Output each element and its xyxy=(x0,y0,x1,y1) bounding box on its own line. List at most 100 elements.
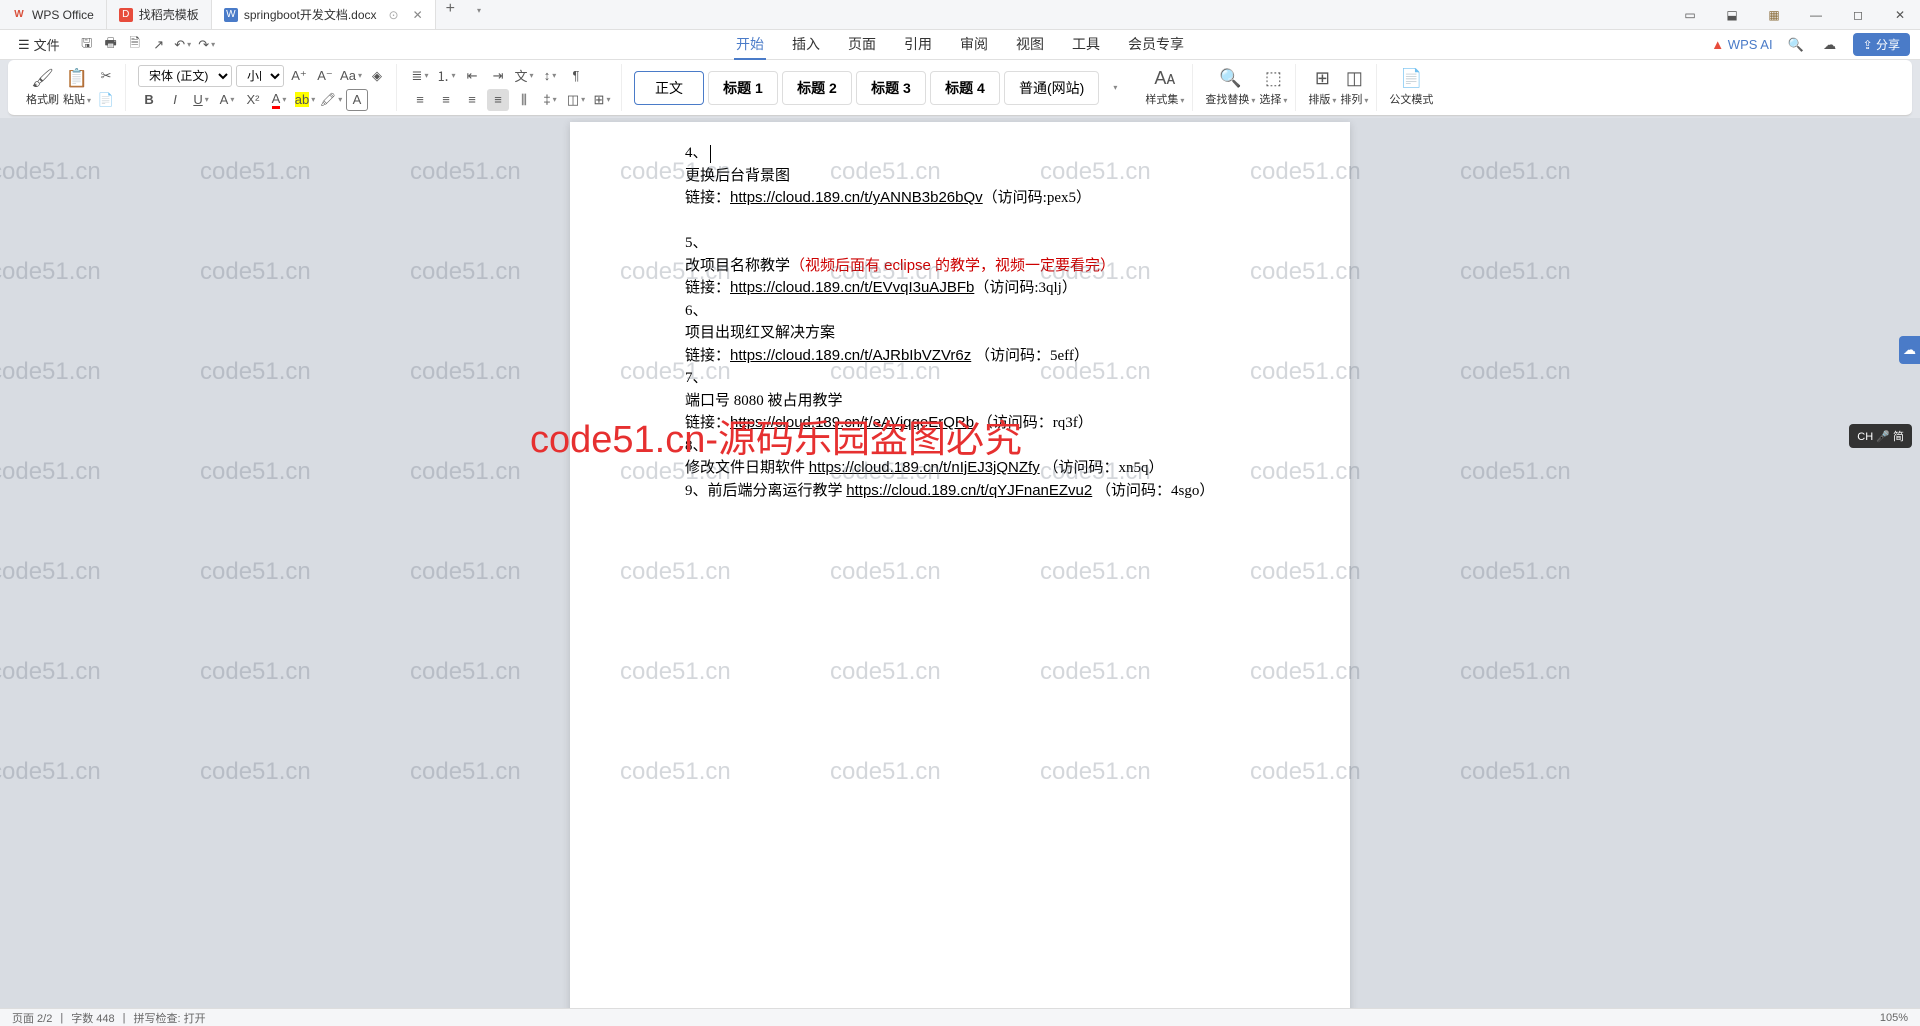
cut-icon[interactable]: ✂ xyxy=(95,65,117,87)
border-icon[interactable]: ⊞ xyxy=(591,89,613,111)
font-size-select[interactable]: 小四 xyxy=(236,65,284,87)
minimize-button[interactable]: — xyxy=(1796,1,1836,29)
tab-page[interactable]: 页面 xyxy=(846,30,878,60)
arrange-label[interactable]: 排列 xyxy=(1340,91,1368,107)
doc-line[interactable]: 项目出现红叉解决方案 xyxy=(685,322,1235,345)
style-h1[interactable]: 标题 1 xyxy=(708,71,778,105)
italic-button[interactable]: I xyxy=(164,89,186,111)
doc-line[interactable]: 7、 xyxy=(685,367,1235,390)
find-label[interactable]: 查找替换 xyxy=(1205,91,1255,107)
decrease-font-icon[interactable]: A⁻ xyxy=(314,65,336,87)
style-h2[interactable]: 标题 2 xyxy=(782,71,852,105)
maximize-button[interactable]: ◻ xyxy=(1838,1,1878,29)
file-menu-button[interactable]: ☰ 文件 xyxy=(10,33,68,56)
line-spacing-icon[interactable]: ‡ xyxy=(539,89,561,111)
style-body[interactable]: 正文 xyxy=(634,71,704,105)
cloud-icon[interactable]: ☁ xyxy=(1819,34,1841,56)
wps-ai-button[interactable]: ▲ WPS AI xyxy=(1711,37,1772,52)
document-page[interactable]: 4、更换后台背景图链接：https://cloud.189.cn/t/yANNB… xyxy=(570,122,1350,1010)
change-case-icon[interactable]: Aa xyxy=(340,65,362,87)
tab-tools[interactable]: 工具 xyxy=(1070,30,1102,60)
preview-icon[interactable]: 🗎 xyxy=(124,34,146,56)
undo-button[interactable]: ↶ xyxy=(172,34,194,56)
doc-line[interactable]: 改项目名称教学（视频后面有 eclipse 的教学，视频一定要看完） xyxy=(685,255,1235,278)
doc-line[interactable]: 链接：https://cloud.189.cn/t/AJRbIbVZVr6z （… xyxy=(685,345,1235,368)
doc-line[interactable]: 6、 xyxy=(685,300,1235,323)
align-center-icon[interactable]: ≡ xyxy=(435,89,457,111)
doc-line[interactable]: 链接：https://cloud.189.cn/t/eAVjqqeErQRb （… xyxy=(685,412,1235,435)
tab-member[interactable]: 会员专享 xyxy=(1126,30,1186,60)
show-marks-icon[interactable]: ¶ xyxy=(565,65,587,87)
status-spell[interactable]: 拼写检查: 打开 xyxy=(134,1010,206,1026)
highlight-button[interactable]: ab xyxy=(294,89,316,111)
increase-font-icon[interactable]: A⁺ xyxy=(288,65,310,87)
shading-button[interactable]: 🖍 xyxy=(320,89,342,111)
close-icon[interactable]: ✕ xyxy=(413,8,423,22)
style-h3[interactable]: 标题 3 xyxy=(856,71,926,105)
char-border-icon[interactable]: A xyxy=(346,89,368,111)
tab-reference[interactable]: 引用 xyxy=(902,30,934,60)
export-icon[interactable]: ↗ xyxy=(148,34,170,56)
strikethrough-button[interactable]: A xyxy=(216,89,238,111)
doc-line[interactable]: 链接：https://cloud.189.cn/t/yANNB3b26bQv（访… xyxy=(685,187,1235,210)
status-zoom[interactable]: 105% xyxy=(1880,1012,1908,1024)
doc-line[interactable]: 9、前后端分离运行教学 https://cloud.189.cn/t/qYJFn… xyxy=(685,480,1235,503)
select-icon[interactable]: ⬚ xyxy=(1259,68,1287,89)
tab-review[interactable]: 审阅 xyxy=(958,30,990,60)
style-normal-web[interactable]: 普通(网站) xyxy=(1004,71,1099,105)
tab-view[interactable]: 视图 xyxy=(1014,30,1046,60)
tab-document[interactable]: W springboot开发文档.docx ⊙ ✕ xyxy=(212,0,436,29)
style-h4[interactable]: 标题 4 xyxy=(930,71,1000,105)
number-list-icon[interactable]: ⒈ xyxy=(435,65,457,87)
style-set-icon[interactable]: Aᴀ xyxy=(1154,68,1175,89)
doc-line[interactable]: 更换后台背景图 xyxy=(685,165,1235,188)
status-page[interactable]: 页面 2/2 xyxy=(12,1010,52,1026)
tab-insert[interactable]: 插入 xyxy=(790,30,822,60)
bullet-list-icon[interactable]: ≣ xyxy=(409,65,431,87)
tab-wps-office[interactable]: W WPS Office xyxy=(0,0,107,29)
paste-icon[interactable]: 📋 xyxy=(63,68,91,89)
align-left-icon[interactable]: ≡ xyxy=(409,89,431,111)
format-brush-icon[interactable]: 🖌 xyxy=(26,68,59,89)
doc-line[interactable]: 修改文件日期软件 https://cloud.189.cn/t/nIjEJ3jQ… xyxy=(685,457,1235,480)
styles-more-icon[interactable] xyxy=(1103,77,1125,99)
decrease-indent-icon[interactable]: ⇤ xyxy=(461,65,483,87)
search-icon[interactable]: 🔍 xyxy=(1785,34,1807,56)
sort-icon[interactable]: ↕ xyxy=(539,65,561,87)
clear-format-icon[interactable]: ◈ xyxy=(366,65,388,87)
increase-indent-icon[interactable]: ⇥ xyxy=(487,65,509,87)
win-btn-1[interactable]: ▭ xyxy=(1670,1,1710,29)
tab-start[interactable]: 开始 xyxy=(734,30,766,60)
win-btn-3[interactable]: ▦ xyxy=(1754,1,1794,29)
fill-color-icon[interactable]: ◫ xyxy=(565,89,587,111)
tab-menu-button[interactable] xyxy=(465,0,491,29)
select-label[interactable]: 选择 xyxy=(1259,91,1287,107)
font-name-select[interactable]: 宋体 (正文) xyxy=(138,65,232,87)
side-cloud-button[interactable]: ☁ xyxy=(1899,336,1920,364)
status-words[interactable]: 字数 448 xyxy=(71,1010,114,1026)
arrange-icon[interactable]: ◫ xyxy=(1340,68,1368,89)
font-color-button[interactable]: A xyxy=(268,89,290,111)
print-icon[interactable]: 🖶 xyxy=(100,34,122,56)
close-button[interactable]: ✕ xyxy=(1880,1,1920,29)
layout-label[interactable]: 排版 xyxy=(1308,91,1336,107)
superscript-button[interactable]: X² xyxy=(242,89,264,111)
gov-mode-icon[interactable]: 📄 xyxy=(1400,68,1422,89)
paste-label[interactable]: 粘贴 xyxy=(63,91,91,107)
doc-line[interactable]: 端口号 8080 被占用教学 xyxy=(685,390,1235,413)
share-button[interactable]: ⇪ 分享 xyxy=(1853,33,1910,56)
doc-line[interactable]: 链接：https://cloud.189.cn/t/EVvqI3uAJBFb（访… xyxy=(685,277,1235,300)
doc-line[interactable]: 8、 xyxy=(685,435,1235,458)
doc-line[interactable] xyxy=(685,210,1235,233)
find-icon[interactable]: 🔍 xyxy=(1205,68,1255,89)
doc-line[interactable]: 4、 xyxy=(685,142,1235,165)
style-set-label[interactable]: 样式集 xyxy=(1145,91,1184,107)
align-right-icon[interactable]: ≡ xyxy=(461,89,483,111)
redo-button[interactable]: ↷ xyxy=(196,34,218,56)
add-tab-button[interactable]: + xyxy=(436,0,465,29)
copy-icon[interactable]: 📄 xyxy=(95,89,117,111)
align-justify-icon[interactable]: ≡ xyxy=(487,89,509,111)
bold-button[interactable]: B xyxy=(138,89,160,111)
doc-line[interactable]: 5、 xyxy=(685,232,1235,255)
tab-template[interactable]: D 找稻壳模板 xyxy=(107,0,212,29)
